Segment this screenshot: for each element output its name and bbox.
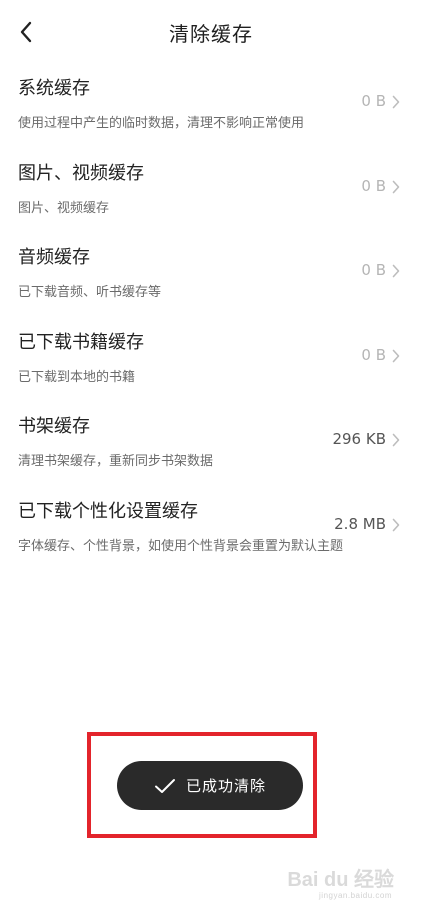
cache-row-title: 系统缓存 — [18, 78, 90, 99]
cache-row-desc: 清理书架缓存，重新同步书架数据 — [18, 454, 214, 469]
cache-row-size: 296 KB — [332, 430, 386, 448]
cache-row-size: 0 B — [361, 261, 386, 279]
watermark-url: jingyan.baidu.com — [319, 891, 392, 900]
cache-row-desc: 已下载到本地的书籍 — [18, 369, 136, 385]
watermark: Bai du 经验 — [287, 863, 394, 892]
cache-row-downloaded-books[interactable]: 已下载书籍缓存 已下载到本地的书籍 0 B — [0, 316, 422, 401]
chevron-right-icon — [390, 516, 402, 534]
toast-message: 已成功清除 — [185, 777, 266, 795]
cache-row-personalization[interactable]: 已下载个性化设置缓存 字体缓存、个性背景，如使用个性背景会重置为默认主题 2.8… — [0, 485, 422, 570]
chevron-right-icon — [390, 93, 402, 111]
cache-list: 系统缓存 使用过程中产生的临时数据，清理不影响正常使用 0 B 图片、视频缓存 … — [0, 62, 422, 569]
cache-row-title: 图片、视频缓存 — [18, 162, 144, 184]
cache-row-desc: 已下载音频、听书缓存等 — [18, 285, 162, 300]
cache-row-image-video[interactable]: 图片、视频缓存 图片、视频缓存 0 B — [0, 147, 422, 232]
cache-row-size: 0 B — [361, 92, 386, 110]
watermark-logo: Bai du 经验 — [287, 869, 394, 891]
chevron-right-icon — [390, 178, 402, 196]
chevron-right-icon — [390, 347, 402, 365]
chevron-right-icon — [390, 262, 402, 280]
cache-row-title: 音频缓存 — [18, 247, 90, 268]
cache-row-size: 0 B — [361, 345, 386, 364]
cache-row-audio[interactable]: 音频缓存 已下载音频、听书缓存等 0 B — [0, 231, 422, 316]
cache-row-desc: 图片、视频缓存 — [18, 200, 110, 216]
cache-row-title: 已下载书籍缓存 — [18, 331, 144, 353]
cache-row-title: 已下载个性化设置缓存 — [18, 500, 198, 522]
checkmark-icon — [154, 778, 175, 793]
cache-row-size: 2.8 MB — [334, 514, 386, 533]
cache-row-size: 0 B — [361, 176, 386, 195]
cache-row-system[interactable]: 系统缓存 使用过程中产生的临时数据，清理不影响正常使用 0 B — [0, 62, 422, 147]
top-bar: 清除缓存 — [0, 0, 422, 64]
cache-row-title: 书架缓存 — [18, 416, 90, 437]
chevron-right-icon — [390, 431, 402, 449]
page-title: 清除缓存 — [169, 22, 253, 46]
cache-row-desc: 字体缓存、个性背景，如使用个性背景会重置为默认主题 — [18, 538, 344, 554]
cache-row-bookshelf[interactable]: 书架缓存 清理书架缓存，重新同步书架数据 296 KB — [0, 400, 422, 485]
success-toast: 已成功清除 — [117, 761, 303, 810]
cache-row-desc: 使用过程中产生的临时数据，清理不影响正常使用 — [18, 116, 305, 131]
